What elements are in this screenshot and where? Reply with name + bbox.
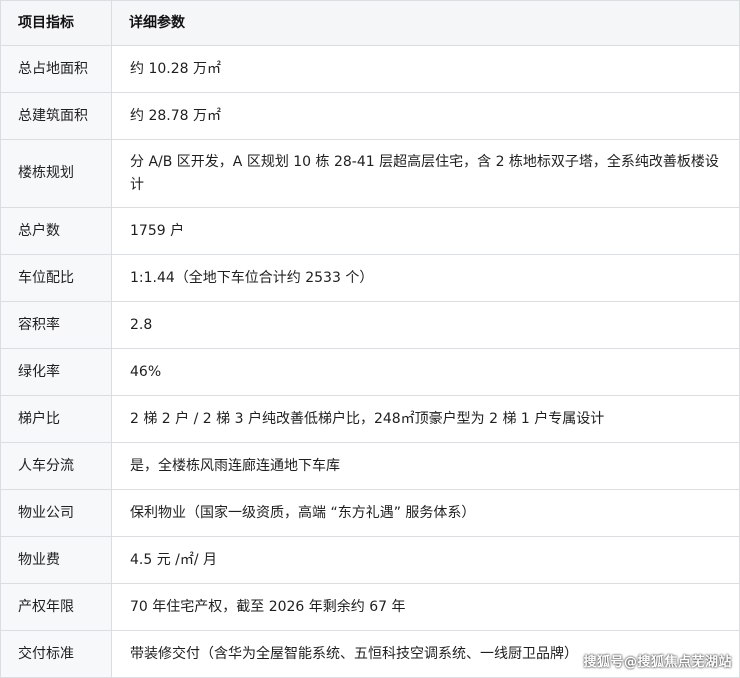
row-value: 分 A/B 区开发，A 区规划 10 栋 28-41 层超高层住宅，含 2 栋地… xyxy=(111,139,740,208)
header-details: 详细参数 xyxy=(111,0,740,46)
row-value: 2.8 xyxy=(111,301,740,349)
table-row: 绿化率 46% xyxy=(0,348,740,396)
watermark-text: 搜狐号@搜狐焦点芜湖站 xyxy=(583,655,732,670)
row-value: 约 10.28 万㎡ xyxy=(111,45,740,93)
row-value: 1759 户 xyxy=(111,207,740,255)
row-key: 车位配比 xyxy=(0,254,112,302)
row-value: 是，全楼栋风雨连廊连通地下车库 xyxy=(111,442,740,490)
row-key: 梯户比 xyxy=(0,395,112,443)
row-value: 2 梯 2 户 / 2 梯 3 户纯改善低梯户比，248㎡顶豪户型为 2 梯 1… xyxy=(111,395,740,443)
row-key: 总建筑面积 xyxy=(0,92,112,140)
table-row: 物业公司 保利物业（国家一级资质，高端 “东方礼遇” 服务体系） xyxy=(0,489,740,537)
table-row: 梯户比 2 梯 2 户 / 2 梯 3 户纯改善低梯户比，248㎡顶豪户型为 2… xyxy=(0,395,740,443)
row-key: 物业费 xyxy=(0,536,112,584)
row-key: 容积率 xyxy=(0,301,112,349)
row-value: 约 28.78 万㎡ xyxy=(111,92,740,140)
table-header-row: 项目指标 详细参数 xyxy=(0,0,740,46)
table-row: 车位配比 1:1.44（全地下车位合计约 2533 个） xyxy=(0,254,740,302)
row-key: 总占地面积 xyxy=(0,45,112,93)
row-value: 70 年住宅产权，截至 2026 年剩余约 67 年 xyxy=(111,583,740,631)
row-value: 保利物业（国家一级资质，高端 “东方礼遇” 服务体系） xyxy=(111,489,740,537)
table-row: 总户数 1759 户 xyxy=(0,207,740,255)
table-row: 总占地面积 约 10.28 万㎡ xyxy=(0,45,740,93)
table-row: 容积率 2.8 xyxy=(0,301,740,349)
params-table: 项目指标 详细参数 总占地面积 约 10.28 万㎡ 总建筑面积 约 28.78… xyxy=(0,0,740,678)
row-key: 楼栋规划 xyxy=(0,139,112,208)
row-key: 产权年限 xyxy=(0,583,112,631)
row-value: 1:1.44（全地下车位合计约 2533 个） xyxy=(111,254,740,302)
table-row: 产权年限 70 年住宅产权，截至 2026 年剩余约 67 年 xyxy=(0,583,740,631)
table-row: 楼栋规划 分 A/B 区开发，A 区规划 10 栋 28-41 层超高层住宅，含… xyxy=(0,139,740,208)
row-value: 4.5 元 /㎡/ 月 xyxy=(111,536,740,584)
row-value: 46% xyxy=(111,348,740,396)
table-row: 总建筑面积 约 28.78 万㎡ xyxy=(0,92,740,140)
row-key: 交付标准 xyxy=(0,630,112,678)
table-row: 人车分流 是，全楼栋风雨连廊连通地下车库 xyxy=(0,442,740,490)
row-key: 物业公司 xyxy=(0,489,112,537)
row-key: 绿化率 xyxy=(0,348,112,396)
row-key: 总户数 xyxy=(0,207,112,255)
table-row: 物业费 4.5 元 /㎡/ 月 xyxy=(0,536,740,584)
header-indicator: 项目指标 xyxy=(0,0,112,46)
row-key: 人车分流 xyxy=(0,442,112,490)
